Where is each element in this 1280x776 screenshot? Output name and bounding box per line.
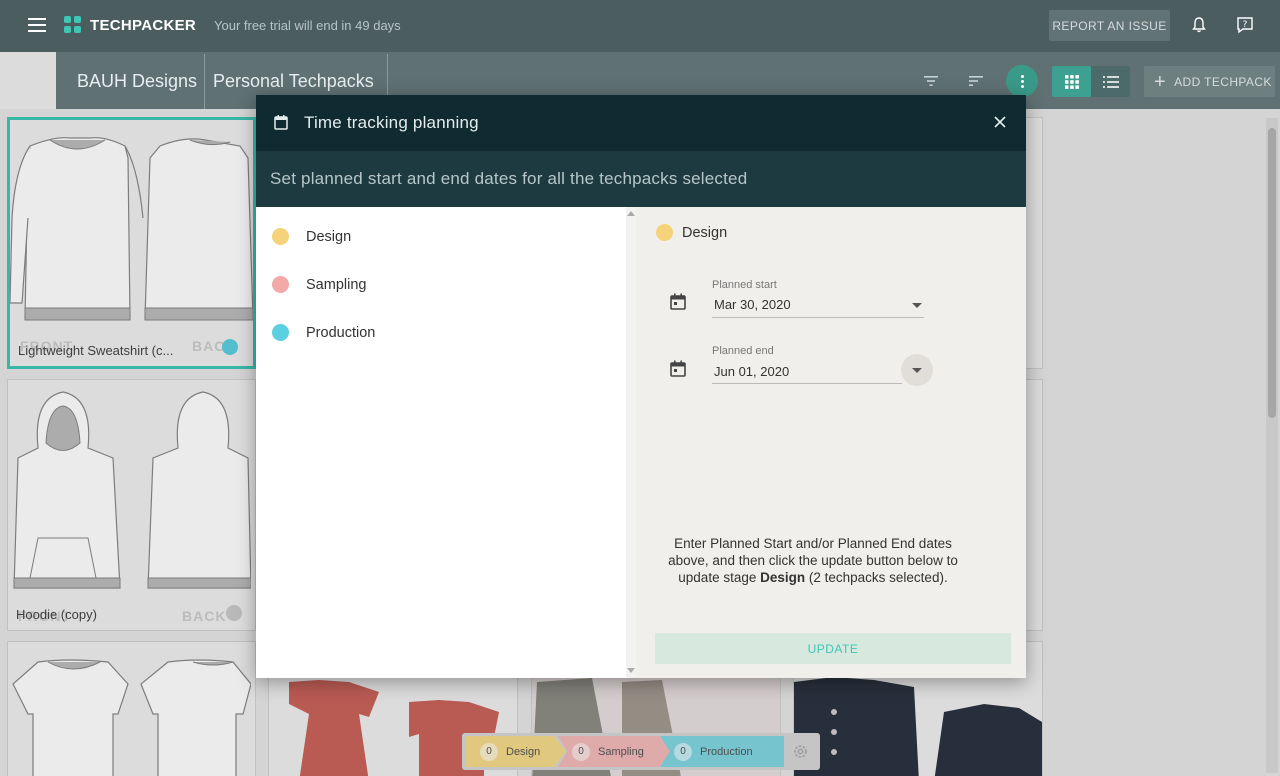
stage-item-sampling[interactable]: Sampling [272, 276, 366, 293]
help-chat-icon[interactable]: ? [1236, 16, 1254, 34]
app-logo[interactable]: TECHPACKER [64, 16, 196, 34]
stage-color-dot [272, 276, 289, 293]
stage-color-dot [272, 324, 289, 341]
modal-subtitle: Set planned start and end dates for all … [270, 169, 748, 188]
time-tracking-modal: Time tracking planning Set planned start… [256, 95, 1026, 678]
stage-item-design[interactable]: Design [272, 228, 351, 245]
update-button[interactable]: UPDATE [655, 633, 1011, 664]
scroll-down-arrow-icon[interactable] [627, 668, 635, 673]
stage-item-production[interactable]: Production [272, 324, 375, 341]
planned-start-label: Planned start [712, 279, 777, 291]
breadcrumb-workspace[interactable]: BAUH Designs [77, 71, 197, 92]
instructions-stage: Design [760, 570, 806, 585]
planned-end-input[interactable]: Jun 01, 2020 [714, 364, 789, 379]
grid-icon [1064, 74, 1079, 89]
breadcrumb-folder[interactable]: Personal Techpacks [213, 71, 374, 92]
techpacker-logo-icon [64, 16, 82, 34]
planned-start-calendar-icon[interactable] [670, 293, 686, 310]
instructions-count: (2 techpacks selected). [805, 570, 948, 585]
calendar-icon [274, 115, 288, 130]
selected-stage-label: Design [682, 224, 728, 241]
stage-list: Design Sampling Production [256, 207, 626, 678]
svg-text:?: ? [1243, 20, 1248, 30]
add-techpack-label: ADD TECHPACK [1174, 74, 1272, 89]
planned-end-dropdown-icon[interactable] [912, 368, 922, 373]
close-icon[interactable] [994, 116, 1006, 128]
subbar-left-panel [0, 52, 56, 109]
list-view-button[interactable] [1091, 66, 1130, 97]
planned-start-dropdown-icon[interactable] [912, 303, 922, 308]
logo-text: TECHPACKER [90, 16, 197, 34]
stage-color-dot [656, 224, 673, 241]
scroll-up-arrow-icon[interactable] [627, 211, 635, 216]
planned-end-calendar-icon[interactable] [670, 360, 686, 377]
stage-color-dot [272, 228, 289, 245]
planned-end-underline [712, 383, 902, 384]
more-options-button[interactable] [1006, 65, 1038, 97]
hamburger-menu-icon[interactable] [28, 18, 46, 32]
stage-detail-panel: Design Planned start Mar 30, 2020 Planne… [636, 207, 1026, 678]
planned-end-label: Planned end [712, 345, 774, 357]
grid-view-button[interactable] [1052, 66, 1091, 97]
modal-title: Time tracking planning [304, 113, 479, 132]
planned-start-underline [712, 317, 924, 318]
plus-icon: + [1154, 70, 1167, 93]
bell-icon[interactable] [1192, 17, 1206, 33]
stage-list-scrollbar[interactable] [626, 207, 636, 678]
view-toggle [1052, 66, 1130, 97]
selected-stage: Design [656, 224, 727, 241]
stage-item-label: Sampling [306, 276, 367, 293]
filter-icon[interactable] [924, 75, 938, 87]
breadcrumb-divider [204, 54, 205, 109]
trial-notice: Your free trial will end in 49 days [214, 18, 401, 33]
stage-item-label: Production [306, 324, 376, 341]
update-instructions: Enter Planned Start and/or Planned End d… [656, 535, 970, 586]
planned-start-input[interactable]: Mar 30, 2020 [714, 297, 791, 312]
stage-item-label: Design [306, 228, 352, 245]
add-techpack-button[interactable]: + ADD TECHPACK [1144, 66, 1275, 97]
list-icon [1102, 75, 1119, 88]
sort-icon[interactable] [969, 75, 983, 87]
report-issue-button[interactable]: REPORT AN ISSUE [1049, 10, 1170, 41]
